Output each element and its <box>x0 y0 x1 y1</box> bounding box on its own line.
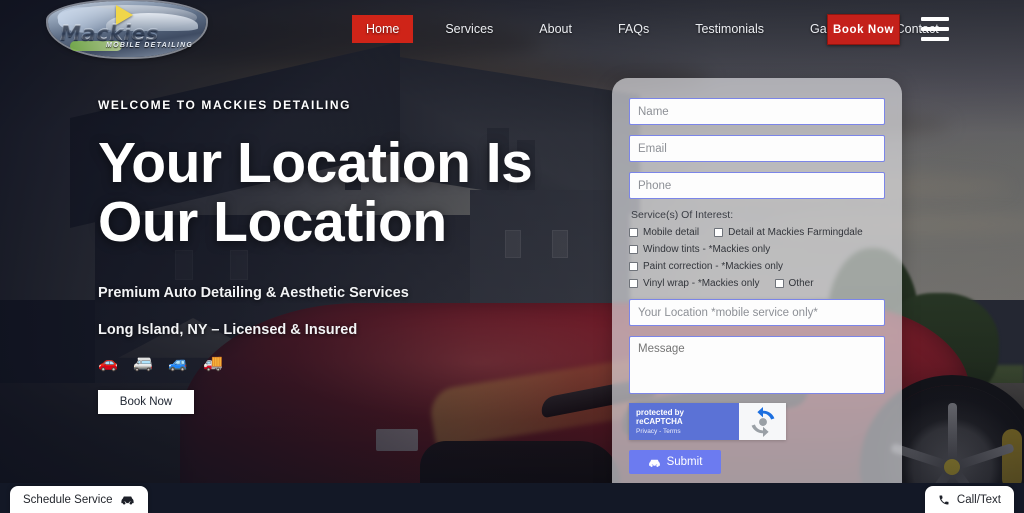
header-book-now-button[interactable]: Book Now <box>827 14 900 45</box>
contact-form-panel: Service(s) Of Interest: Mobile detail De… <box>612 78 902 502</box>
email-input[interactable] <box>629 135 885 162</box>
checkbox-row: Window tints - *Mackies only <box>629 244 885 255</box>
recaptcha-text-block: protected by reCAPTCHA Privacy - Terms <box>629 403 739 440</box>
logo-tagline: MOBILE DETAILING <box>106 42 194 49</box>
nav-item-about[interactable]: About <box>525 15 586 43</box>
checkbox-label-other: Other <box>788 278 814 289</box>
checkbox-detail-at-farmingdale[interactable] <box>714 228 724 237</box>
checkbox-row: Mobile detail Detail at Mackies Farmingd… <box>629 227 885 238</box>
footer-bar <box>0 483 1024 513</box>
services-of-interest-label: Service(s) Of Interest: <box>631 209 734 221</box>
car-icon <box>648 459 660 467</box>
call-text-button[interactable]: Call/Text <box>924 486 1014 513</box>
hero-title: Your Location Is Our Location <box>98 131 598 255</box>
checkbox-row: Paint correction - *Mackies only <box>629 261 885 272</box>
page-root: Mackies MOBILE DETAILING Home Services A… <box>0 0 1024 513</box>
checkbox-row: Vinyl wrap - *Mackies only Other <box>629 278 885 289</box>
nav-item-faqs[interactable]: FAQs <box>604 15 663 43</box>
message-textarea[interactable] <box>629 336 885 394</box>
call-text-label: Call/Text <box>956 493 1001 506</box>
checkbox-window-tints[interactable] <box>629 245 638 254</box>
recaptcha-badge[interactable]: protected by reCAPTCHA Privacy - Terms <box>629 403 786 440</box>
nav-item-home[interactable]: Home <box>352 15 414 43</box>
checkbox-vinyl-wrap[interactable] <box>629 279 638 288</box>
phone-input[interactable] <box>629 172 885 199</box>
schedule-service-button[interactable]: Schedule Service <box>10 486 148 513</box>
phone-icon <box>939 495 949 504</box>
vehicle-type-icons: 🚗 🚐 🚙 🚚 <box>98 352 228 372</box>
name-input[interactable] <box>629 98 885 125</box>
submit-button-label: Submit <box>666 456 703 468</box>
checkbox-label-detail-at-farmingdale: Detail at Mackies Farmingdale <box>728 227 863 238</box>
checkbox-label-paint-correction: Paint correction - *Mackies only <box>643 261 784 272</box>
checkbox-label-window-tints: Window tints - *Mackies only <box>643 244 771 255</box>
checkbox-label-mobile-detail: Mobile detail <box>643 227 700 238</box>
logo-wordmark: Mackies <box>60 23 200 44</box>
checkbox-paint-correction[interactable] <box>629 262 638 271</box>
hamburger-menu-icon[interactable] <box>921 17 949 41</box>
hero-content: WELCOME TO MACKIES DETAILING Your Locati… <box>98 98 598 414</box>
hero-subtitle-location: Long Island, NY – Licensed & Insured <box>98 321 358 338</box>
recaptcha-icon <box>739 403 786 440</box>
hero-subtitle-services: Premium Auto Detailing & Aesthetic Servi… <box>98 284 409 301</box>
checkbox-label-vinyl-wrap: Vinyl wrap - *Mackies only <box>643 278 760 289</box>
location-input[interactable] <box>629 299 885 326</box>
hero-eyebrow: WELCOME TO MACKIES DETAILING <box>98 98 352 112</box>
recaptcha-title: protected by reCAPTCHA <box>636 407 685 426</box>
car-icon <box>120 496 134 505</box>
nav-item-testimonials[interactable]: Testimonials <box>681 15 778 43</box>
nav-item-services[interactable]: Services <box>431 15 507 43</box>
hero-title-line2: Our Location <box>98 190 447 255</box>
checkbox-other[interactable] <box>774 279 784 288</box>
schedule-service-label: Schedule Service <box>23 493 113 506</box>
site-header: Mackies MOBILE DETAILING Home Services A… <box>0 0 1024 58</box>
recaptcha-links: Privacy - Terms <box>636 428 681 436</box>
hero-book-now-button[interactable]: Book Now <box>98 389 194 414</box>
hero-title-line1: Your Location Is <box>98 131 533 195</box>
checkbox-mobile-detail[interactable] <box>629 228 638 237</box>
site-logo[interactable]: Mackies MOBILE DETAILING <box>48 1 206 57</box>
submit-button[interactable]: Submit <box>629 450 721 474</box>
